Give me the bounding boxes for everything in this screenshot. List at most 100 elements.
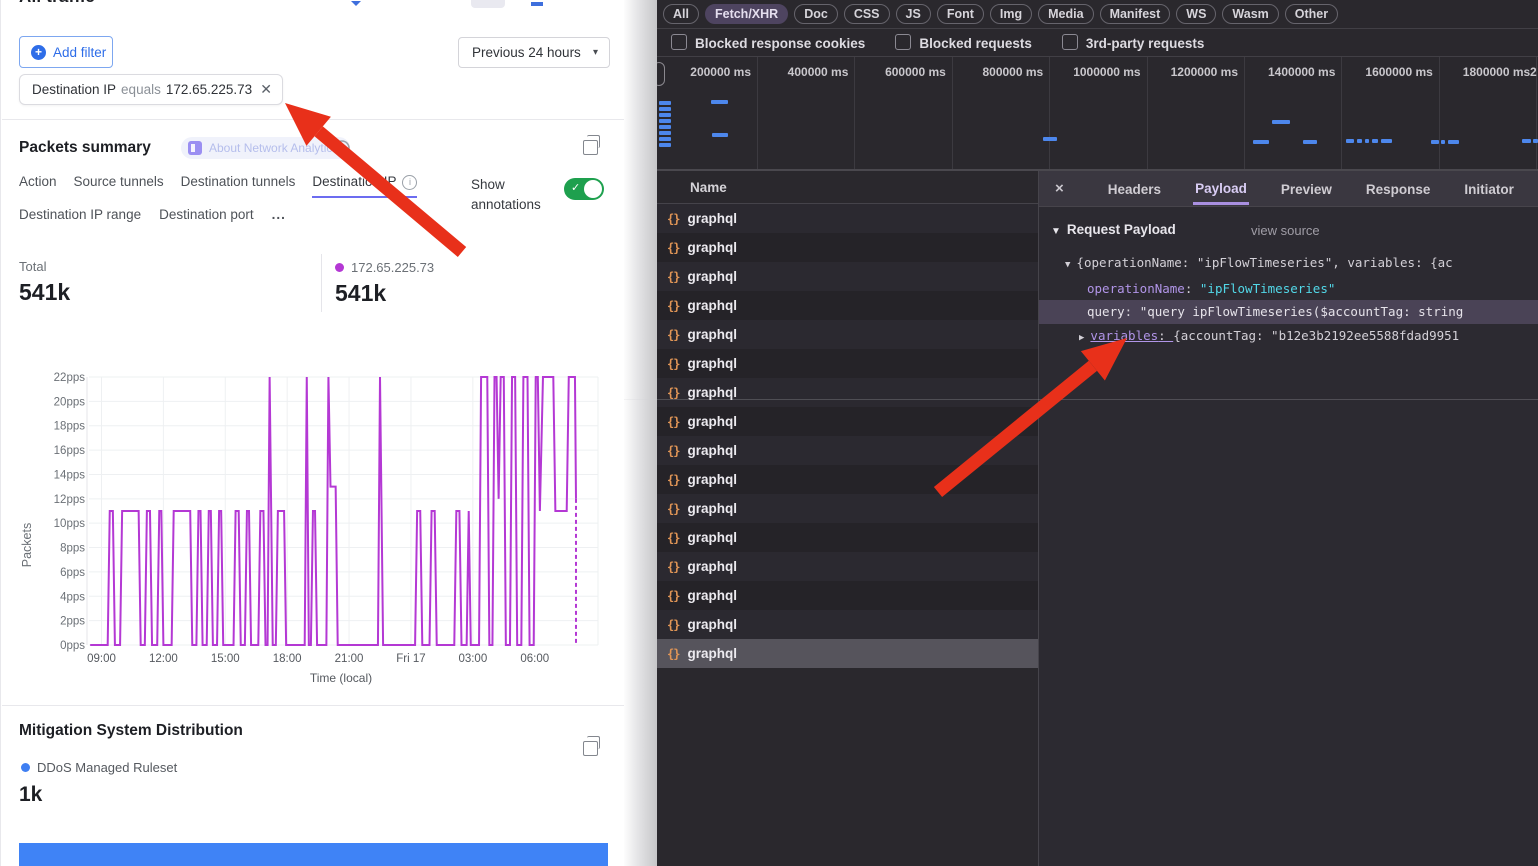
- view-source-link[interactable]: view source: [1251, 223, 1320, 238]
- checkbox-box[interactable]: [671, 34, 687, 50]
- waterfall-request-bar[interactable]: [659, 137, 671, 141]
- waterfall-request-bar[interactable]: [1346, 139, 1354, 143]
- close-icon[interactable]: ✕: [260, 81, 272, 98]
- waterfall-request-bar[interactable]: [1522, 139, 1531, 143]
- tab-destination-ip-range[interactable]: Destination IP range: [19, 207, 141, 228]
- waterfall-request-bar[interactable]: [659, 125, 671, 129]
- filter-pill-css[interactable]: CSS: [844, 4, 890, 24]
- waterfall-request-bar[interactable]: [711, 100, 728, 104]
- detail-tab-payload[interactable]: Payload: [1193, 173, 1249, 205]
- request-row[interactable]: {}graphql: [657, 291, 1038, 320]
- request-row[interactable]: {}graphql: [657, 639, 1038, 668]
- waterfall-request-bar[interactable]: [659, 113, 671, 117]
- waterfall-request-bar[interactable]: [1441, 140, 1445, 144]
- waterfall-request-bar[interactable]: [659, 143, 671, 147]
- network-overview-timeline[interactable]: 200000 ms400000 ms600000 ms800000 ms1000…: [657, 57, 1538, 171]
- filter-pill-wasm[interactable]: Wasm: [1222, 4, 1278, 24]
- request-row[interactable]: {}graphql: [657, 262, 1038, 291]
- waterfall-request-bar[interactable]: [1533, 139, 1538, 143]
- show-annotations-toggle[interactable]: ✓: [564, 178, 604, 200]
- request-row[interactable]: {}graphql: [657, 349, 1038, 378]
- payload-pane: ▼Request Payload view source ▼{operation…: [1039, 207, 1538, 866]
- request-row[interactable]: {}graphql: [657, 407, 1038, 436]
- close-icon[interactable]: ×: [1055, 180, 1064, 197]
- tab-source-tunnels[interactable]: Source tunnels: [74, 174, 164, 198]
- legend-dot: [21, 763, 30, 772]
- waterfall-request-bar[interactable]: [1303, 140, 1317, 144]
- waterfall-request-bar[interactable]: [1043, 137, 1057, 141]
- request-row[interactable]: {}graphql: [657, 204, 1038, 233]
- tab-destination-ip[interactable]: Destination IP i: [312, 174, 417, 198]
- request-row[interactable]: {}graphql: [657, 494, 1038, 523]
- filter-pill-js[interactable]: JS: [896, 4, 931, 24]
- checkbox-blocked-requests[interactable]: Blocked requests: [895, 34, 1032, 51]
- detail-tab-response[interactable]: Response: [1364, 174, 1433, 203]
- payload-row-variables[interactable]: ▶variables{accountTag: "b12e3b2192ee5588…: [1079, 328, 1459, 343]
- payload-preview-line[interactable]: ▼{operationName: "ipFlowTimeseries", var…: [1065, 255, 1453, 270]
- request-row[interactable]: {}graphql: [657, 465, 1038, 494]
- json-icon: {}: [667, 299, 679, 313]
- request-row[interactable]: {}graphql: [657, 233, 1038, 262]
- request-row[interactable]: {}graphql: [657, 320, 1038, 349]
- request-name: graphql: [687, 269, 737, 284]
- waterfall-request-bar[interactable]: [1372, 139, 1378, 143]
- badge-label: About Network Analytics: [209, 141, 338, 155]
- waterfall-request-bar[interactable]: [1381, 139, 1392, 143]
- detail-tab-initiator[interactable]: Initiator: [1462, 174, 1516, 203]
- more-tabs-ellipsis[interactable]: ...: [272, 207, 286, 228]
- checkbox-box[interactable]: [1062, 34, 1078, 50]
- filter-pill-font[interactable]: Font: [937, 4, 984, 24]
- waterfall-request-bar[interactable]: [1365, 139, 1369, 143]
- filter-chip[interactable]: Destination IP equals 172.65.225.73 ✕: [19, 74, 283, 105]
- time-range-dropdown[interactable]: Previous 24 hours ▾: [458, 37, 610, 68]
- filter-pill-img[interactable]: Img: [990, 4, 1032, 24]
- page-title: All traffic: [15, 0, 255, 9]
- waterfall-request-bar[interactable]: [712, 133, 728, 137]
- about-network-analytics-badge[interactable]: About Network Analytics: [181, 137, 350, 159]
- checkbox-blocked-response-cookies[interactable]: Blocked response cookies: [671, 34, 865, 51]
- tab-destination-tunnels[interactable]: Destination tunnels: [181, 174, 296, 198]
- copy-panel-icon[interactable]: [583, 140, 598, 155]
- ruler-label: 400000 ms: [788, 65, 849, 79]
- detail-tab-headers[interactable]: Headers: [1106, 174, 1163, 203]
- add-filter-button[interactable]: + Add filter: [19, 36, 113, 68]
- filter-pill-all[interactable]: All: [663, 4, 699, 24]
- payload-row-query[interactable]: query"query ipFlowTimeseries($accountTag…: [1087, 304, 1463, 319]
- detail-tab-preview[interactable]: Preview: [1279, 174, 1334, 203]
- request-row[interactable]: {}graphql: [657, 378, 1038, 407]
- tab-destination-port[interactable]: Destination port: [159, 207, 254, 228]
- filter-pill-fetch-xhr[interactable]: Fetch/XHR: [705, 4, 788, 24]
- filter-pill-ws[interactable]: WS: [1176, 4, 1216, 24]
- payload-row-operationName[interactable]: operationName"ipFlowTimeseries": [1087, 281, 1335, 296]
- waterfall-request-bar[interactable]: [659, 119, 671, 123]
- waterfall-request-bar[interactable]: [1431, 140, 1439, 144]
- waterfall-request-bar[interactable]: [659, 131, 671, 135]
- request-row[interactable]: {}graphql: [657, 436, 1038, 465]
- request-payload-header[interactable]: ▼Request Payload: [1051, 222, 1176, 237]
- copy-panel-icon[interactable]: [583, 741, 598, 756]
- name-column-header[interactable]: Name: [657, 171, 1038, 204]
- filter-pill-doc[interactable]: Doc: [794, 4, 838, 24]
- checkbox-3rd-party-requests[interactable]: 3rd-party requests: [1062, 34, 1205, 51]
- waterfall-request-bar[interactable]: [1272, 120, 1290, 124]
- request-row[interactable]: {}graphql: [657, 581, 1038, 610]
- history-clock-icon[interactable]: [333, 139, 351, 157]
- waterfall-request-bar[interactable]: [659, 101, 671, 105]
- svg-text:12:00: 12:00: [149, 653, 178, 665]
- request-row[interactable]: {}graphql: [657, 610, 1038, 639]
- filter-pill-other[interactable]: Other: [1285, 4, 1338, 24]
- waterfall-request-bar[interactable]: [659, 107, 671, 111]
- disclosure-triangle-icon: ▶: [1079, 333, 1084, 343]
- request-name: graphql: [687, 501, 737, 516]
- filter-pill-media[interactable]: Media: [1038, 4, 1093, 24]
- request-row[interactable]: {}graphql: [657, 552, 1038, 581]
- waterfall-request-bar[interactable]: [1448, 140, 1459, 144]
- request-row[interactable]: {}graphql: [657, 523, 1038, 552]
- filter-pill-manifest[interactable]: Manifest: [1100, 4, 1171, 24]
- request-name: graphql: [687, 240, 737, 255]
- waterfall-request-bar[interactable]: [1253, 140, 1269, 144]
- ruler-gridline: [757, 57, 758, 169]
- tab-action[interactable]: Action: [19, 174, 57, 198]
- waterfall-request-bar[interactable]: [1357, 139, 1362, 143]
- checkbox-box[interactable]: [895, 34, 911, 50]
